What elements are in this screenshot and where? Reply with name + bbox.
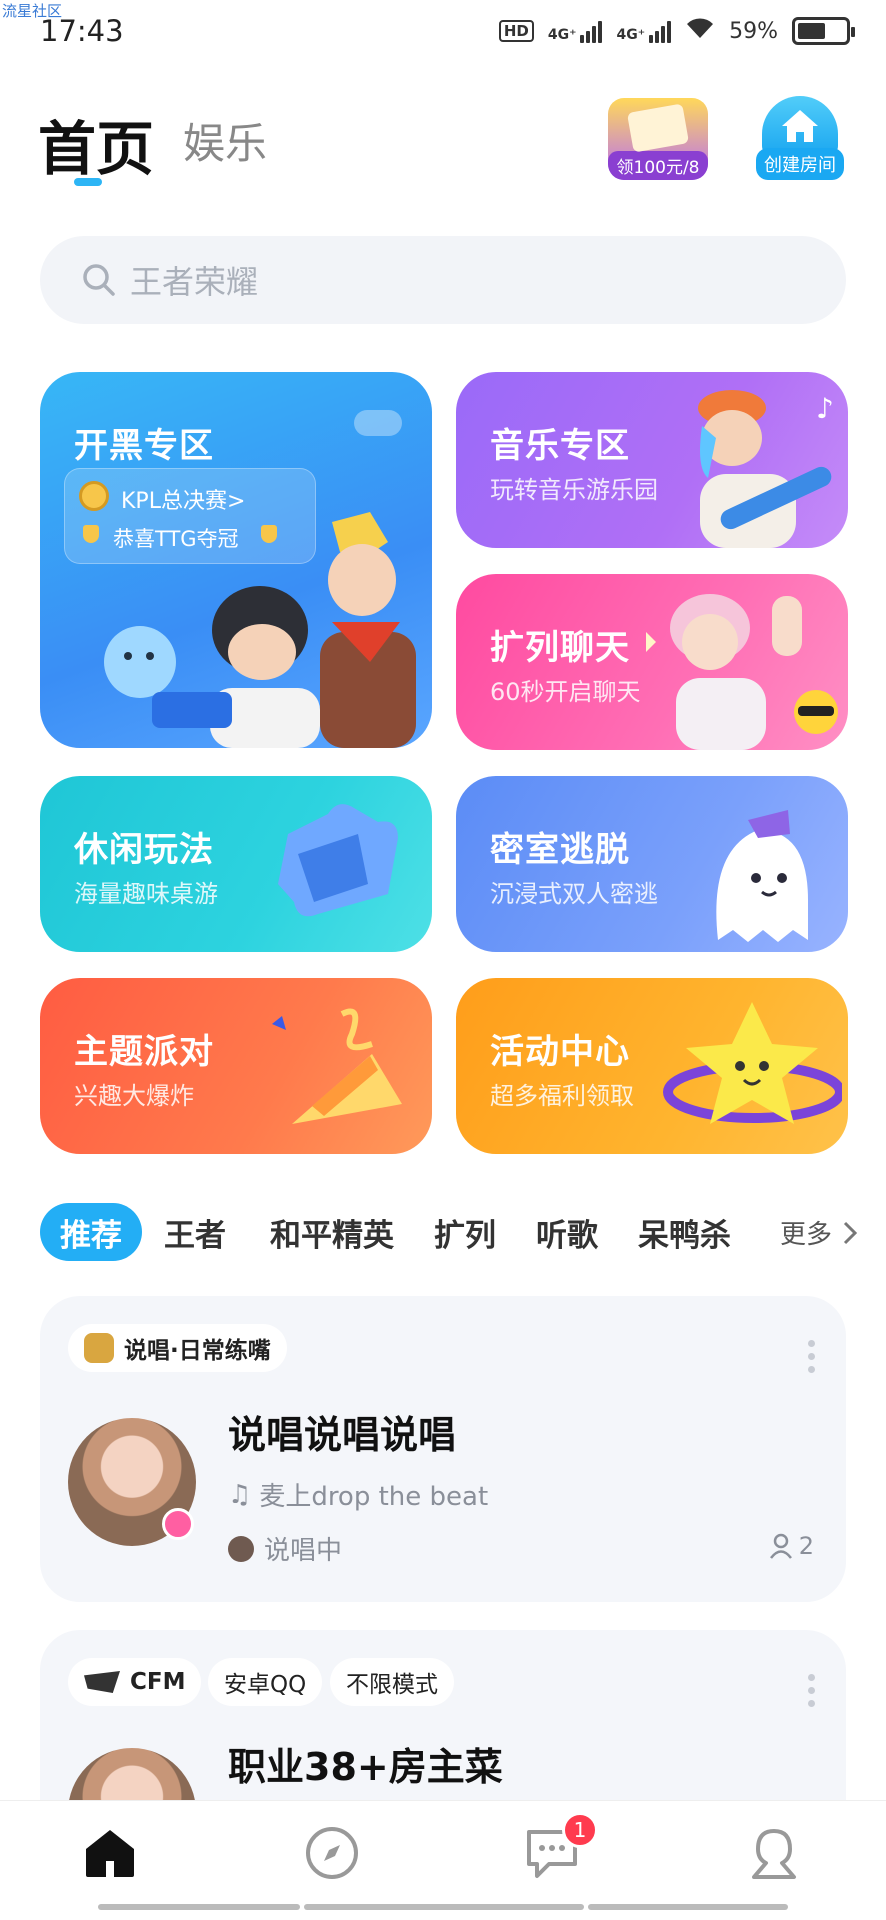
search-placeholder: 王者荣耀 [130,263,259,301]
person-icon [769,1533,792,1559]
guitarist-illustration: ♪ [698,390,834,548]
search-bar[interactable]: 王者荣耀 [40,236,846,324]
card-music-zone[interactable]: 音乐专区 玩转音乐游乐园 ♪ [456,372,848,548]
card-subtitle: 兴趣大爆炸 [74,1082,194,1110]
card-subtitle: 玩转音乐游乐园 [490,476,658,504]
rap-icon [84,1333,114,1363]
room-status: 说唱中 [228,1530,342,1567]
hd-icon: HD [498,20,534,42]
tab-home[interactable]: 首页 [38,102,154,186]
chip-recommended[interactable]: 推荐 [40,1203,142,1261]
profile-icon [752,1829,796,1879]
card-escape-room[interactable]: 密室逃脱 沉浸式双人密逃 [456,776,848,952]
house-icon [762,96,838,156]
more-options-icon[interactable] [808,1674,816,1713]
card-subtitle: 沉浸式双人密逃 [490,880,658,908]
room-title: 说唱说唱说唱 [228,1413,457,1457]
chip-music[interactable]: 听歌 [536,1210,598,1255]
ghost-icon [716,810,808,942]
card-title: 密室逃脱 [490,830,630,870]
cfm-icon [84,1671,120,1693]
room-card[interactable]: 说唱·日常练嘴 说唱说唱说唱 ♫ 麦上drop the beat 说唱中 2 [40,1296,846,1602]
card-casual-games[interactable]: 休闲玩法 海量趣味桌游 [40,776,432,952]
signal-icon-1: 4G⁺ [548,19,603,43]
room-tag-label: CFM [130,1669,186,1695]
room-tag-label: 说唱·日常练嘴 [124,1338,271,1364]
more-categories-button[interactable]: 更多 [761,1214,858,1251]
room-tag: 不限模式 [330,1658,454,1706]
card-title: 活动中心 [490,1032,630,1072]
music-note-icon: ♫ [228,1479,252,1510]
card-gaming-zone[interactable]: 开黑专区 KPL总决赛> 恭喜TTG夺冠 [40,372,432,748]
card-title: 休闲玩法 [74,830,214,870]
status-bar-right: HD 4G⁺ 4G⁺ 59% [498,16,855,46]
signal-icon-2: 4G⁺ [616,19,672,43]
chip-make-friends[interactable]: 扩列 [434,1210,496,1255]
more-label: 更多 [779,1220,832,1250]
promo-label: 领100元/8 [608,151,708,180]
room-subtitle: ♫ 麦上drop the beat [228,1476,488,1513]
gesture-bar [98,1904,300,1910]
room-tag: CFM [68,1658,202,1706]
room-title: 职业38+房主菜 [228,1745,503,1789]
member-count: 2 [769,1532,814,1560]
host-avatar [228,1535,254,1562]
create-room-label: 创建房间 [756,148,844,180]
card-title: 音乐专区 [490,426,630,466]
gesture-bar [588,1904,788,1910]
tab-indicator [74,178,102,186]
room-tag: 说唱·日常练嘴 [68,1324,287,1372]
member-count-value: 2 [798,1532,814,1560]
message-badge: 1 [562,1812,598,1848]
battery-percent: 59% [729,18,778,44]
card-event-center[interactable]: 活动中心 超多福利领取 [456,978,848,1154]
tab-entertainment[interactable]: 娱乐 [183,110,267,171]
room-tag-label: 安卓QQ [224,1672,307,1698]
card-title: 扩列聊天 [490,628,630,668]
card-chat-zone[interactable]: 扩列聊天 60秒开启聊天 [456,574,848,750]
chip-goose-duck[interactable]: 呆鸭杀 [638,1210,731,1255]
game-characters-illustration [104,512,416,748]
wifi-icon [685,16,715,46]
svg-text:♪: ♪ [816,392,834,425]
star-planet-icon [663,1002,842,1124]
battery-icon [792,17,855,45]
puzzle-icon [278,804,398,917]
card-subtitle: 海量趣味桌游 [74,880,218,908]
create-room-button[interactable]: 创建房间 [750,96,850,182]
card-title: 开黑专区 [74,426,214,466]
room-tag: 安卓QQ [208,1658,323,1706]
gesture-bar [304,1904,584,1910]
chevron-right-icon [843,1221,858,1244]
party-popper-icon [272,1008,402,1124]
category-chips: 推荐 王者 和平精英 扩列 听歌 呆鸭杀 [40,1202,731,1262]
room-status-text: 说唱中 [264,1536,343,1566]
chip-peace-elite[interactable]: 和平精英 [270,1210,394,1255]
avatar[interactable] [68,1418,196,1546]
card-theme-party[interactable]: 主题派对 兴趣大爆炸 [40,978,432,1154]
bottom-nav [0,1800,886,1920]
card-title: 主题派对 [74,1032,214,1072]
card-subtitle: 超多福利领取 [490,1082,634,1110]
nav-discover[interactable] [302,1823,362,1883]
girl-waving-illustration [646,594,838,750]
coupon-icon [626,103,690,153]
card-subtitle: 60秒开启聊天 [490,678,641,706]
status-time: 17:43 [40,14,124,48]
room-tag-label: 不限模式 [346,1672,438,1698]
compass-icon [306,1827,358,1879]
more-options-icon[interactable] [808,1340,816,1379]
promo-button[interactable]: 领100元/8 [608,98,708,180]
gamepad-icon [354,410,402,436]
nav-profile[interactable] [744,1823,804,1883]
home-icon [86,1830,134,1877]
search-icon [83,264,115,296]
live-icon [162,1508,194,1540]
room-subtitle-text: 麦上drop the beat [259,1482,489,1512]
nav-home[interactable] [80,1823,140,1883]
chip-honor-of-kings[interactable]: 王者 [164,1210,226,1255]
